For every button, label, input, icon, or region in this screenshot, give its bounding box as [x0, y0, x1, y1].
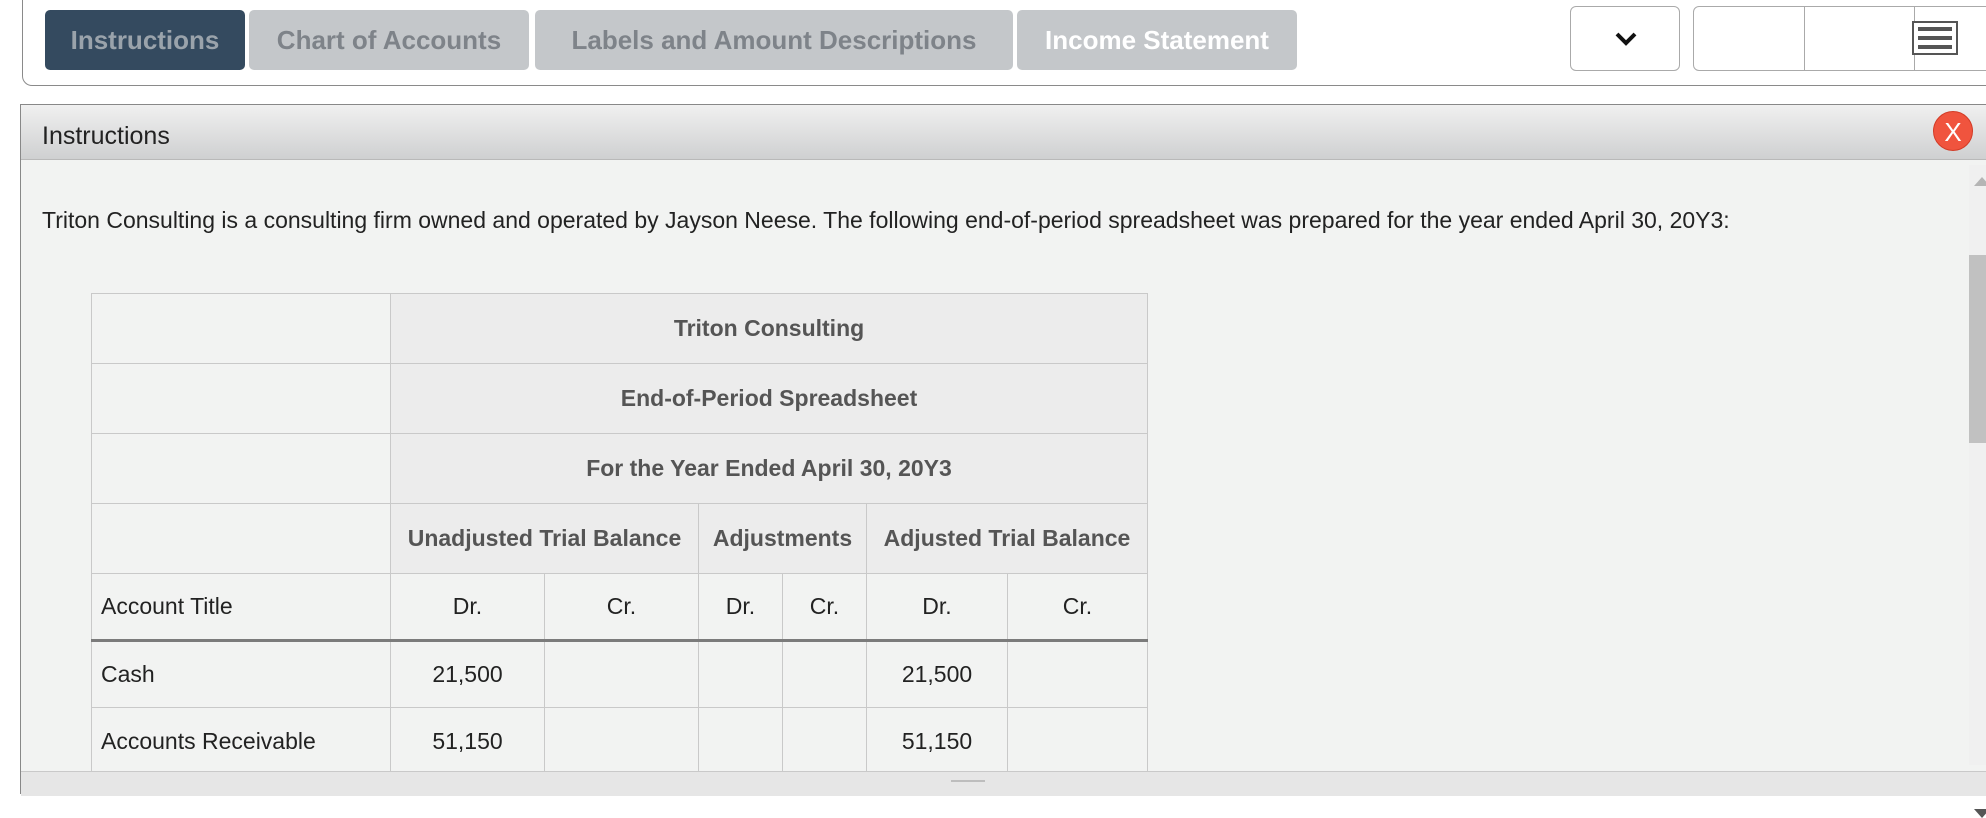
- toolbar-button-group: [1693, 6, 1986, 71]
- vertical-scrollbar[interactable]: [1969, 165, 1986, 818]
- group-adjusted-trial-balance: Adjusted Trial Balance: [866, 503, 1148, 574]
- adj-dr-value: [698, 640, 783, 708]
- header-blank-cell: [91, 293, 391, 364]
- adjtb-cr-value: [1007, 640, 1148, 708]
- table-row: Cash 21,500 21,500: [91, 640, 1148, 708]
- group-adjustments: Adjustments: [698, 503, 867, 574]
- top-toolbar: Instructions Chart of Accounts Labels an…: [22, 0, 1986, 86]
- group-unadjusted-trial-balance: Unadjusted Trial Balance: [390, 503, 699, 574]
- dropdown-button[interactable]: [1570, 6, 1680, 71]
- unadj-cr-value: [544, 640, 699, 708]
- unadj-cr-value: [544, 707, 699, 775]
- panel-resize-bar[interactable]: [21, 771, 1986, 796]
- panel-title: Instructions: [42, 122, 170, 150]
- spreadsheet-table: Triton Consulting End-of-Period Spreadsh…: [91, 293, 1148, 775]
- account-name: Accounts Receivable: [91, 707, 391, 775]
- adjtb-dr-value: 51,150: [866, 707, 1008, 775]
- tab-labels-and-amount-descriptions[interactable]: Labels and Amount Descriptions: [535, 10, 1013, 70]
- adjtb-cr-value: [1007, 707, 1148, 775]
- col-adj-dr: Dr.: [698, 573, 783, 642]
- scrollbar-thumb[interactable]: [1969, 255, 1986, 443]
- col-adjtb-cr: Cr.: [1007, 573, 1148, 642]
- close-icon[interactable]: X: [1933, 111, 1973, 151]
- scroll-down-arrow-icon[interactable]: [1974, 809, 1986, 818]
- resize-grip-icon[interactable]: [951, 780, 985, 782]
- unadj-dr-value: 21,500: [390, 640, 545, 708]
- adj-cr-value: [782, 707, 867, 775]
- sheet-period: For the Year Ended April 30, 20Y3: [390, 433, 1148, 504]
- col-adj-cr: Cr.: [782, 573, 867, 642]
- col-adjtb-dr: Dr.: [866, 573, 1008, 642]
- toolbar-blank-button-2[interactable]: [1804, 7, 1915, 70]
- col-unadj-dr: Dr.: [390, 573, 545, 642]
- tab-chart-of-accounts[interactable]: Chart of Accounts: [249, 10, 529, 70]
- header-blank-cell: [91, 503, 391, 574]
- header-blank-cell: [91, 363, 391, 434]
- scroll-up-arrow-icon[interactable]: [1974, 177, 1986, 186]
- hamburger-menu-icon[interactable]: [1912, 21, 1958, 60]
- intro-text: Triton Consulting is a consulting firm o…: [42, 207, 1730, 233]
- sheet-title: End-of-Period Spreadsheet: [390, 363, 1148, 434]
- account-title-header: Account Title: [91, 573, 391, 642]
- adjtb-dr-value: 21,500: [866, 640, 1008, 708]
- account-name: Cash: [91, 640, 391, 708]
- unadj-dr-value: 51,150: [390, 707, 545, 775]
- adj-dr-value: [698, 707, 783, 775]
- instructions-panel: Instructions X Triton Consulting is a co…: [20, 104, 1986, 818]
- header-blank-cell: [91, 433, 391, 504]
- tab-instructions[interactable]: Instructions: [45, 10, 245, 70]
- chevron-down-icon: [1615, 32, 1637, 46]
- table-row: Accounts Receivable 51,150 51,150: [91, 707, 1148, 775]
- adj-cr-value: [782, 640, 867, 708]
- panel-header: Instructions X: [21, 105, 1986, 160]
- tab-income-statement[interactable]: Income Statement: [1017, 10, 1297, 70]
- toolbar-blank-button-1[interactable]: [1694, 7, 1805, 70]
- col-unadj-cr: Cr.: [544, 573, 699, 642]
- company-name: Triton Consulting: [390, 293, 1148, 364]
